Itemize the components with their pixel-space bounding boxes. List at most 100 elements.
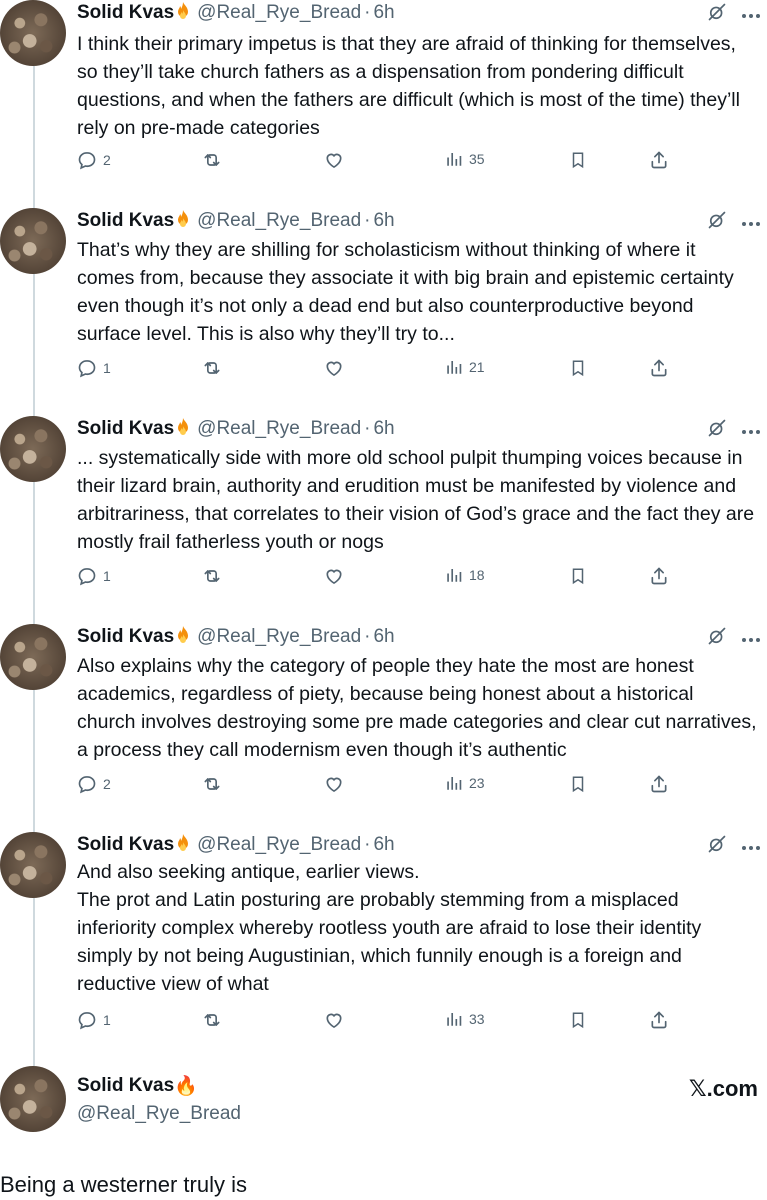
bookmark-button[interactable]	[569, 150, 587, 170]
tweet-timestamp[interactable]: 6h	[373, 834, 394, 856]
reply-count: 1	[103, 360, 111, 376]
author-handle[interactable]: @Real_Rye_Bread	[197, 626, 361, 648]
reply-count: 2	[103, 152, 111, 168]
tweet-timestamp[interactable]: 6h	[373, 210, 394, 232]
reply-button[interactable]: 1	[77, 1010, 111, 1030]
reply-icon	[77, 566, 97, 586]
like-icon	[323, 566, 345, 586]
share-icon	[649, 774, 669, 794]
retweet-button[interactable]	[201, 150, 223, 170]
share-button[interactable]	[649, 774, 669, 794]
tweet[interactable]: Solid Kvas @Real_Rye_Bread · 6h Also exp…	[0, 624, 767, 824]
retweet-button[interactable]	[201, 358, 223, 378]
author-avatar[interactable]	[0, 624, 66, 690]
grok-icon[interactable]	[707, 2, 727, 27]
reply-button[interactable]: 1	[77, 566, 111, 586]
retweet-button[interactable]	[201, 566, 223, 586]
share-icon	[649, 150, 669, 170]
views-button[interactable]: 21	[445, 358, 485, 376]
separator-dot: ·	[364, 834, 371, 855]
tweet-actions: 1 21	[77, 358, 687, 384]
bookmark-button[interactable]	[569, 774, 587, 794]
like-button[interactable]	[323, 150, 345, 170]
bookmark-button[interactable]	[569, 566, 587, 586]
tweet[interactable]: Solid Kvas @Real_Rye_Bread · 6h And also…	[0, 832, 767, 1032]
tweet-timestamp[interactable]: 6h	[373, 2, 394, 24]
views-icon	[445, 566, 463, 584]
retweet-button[interactable]	[201, 774, 223, 794]
author-handle[interactable]: @Real_Rye_Bread	[197, 210, 361, 232]
tweet-actions: 2 23	[77, 774, 687, 800]
grok-icon[interactable]	[707, 834, 727, 859]
share-button[interactable]	[649, 566, 669, 586]
views-button[interactable]: 33	[445, 1010, 485, 1028]
more-icon[interactable]	[741, 422, 761, 440]
author-handle[interactable]: @Real_Rye_Bread	[197, 834, 361, 856]
author-name[interactable]: Solid Kvas	[77, 626, 174, 648]
views-button[interactable]: 23	[445, 774, 485, 792]
reply-icon	[77, 150, 97, 170]
views-count: 18	[469, 567, 485, 583]
like-button[interactable]	[323, 358, 345, 378]
tweet-top-right-icons	[707, 210, 761, 235]
tweet[interactable]: Solid Kvas @Real_Rye_Bread · 6h ... syst…	[0, 416, 767, 616]
views-button[interactable]: 18	[445, 566, 485, 584]
share-button[interactable]	[649, 1010, 669, 1030]
bookmark-icon	[569, 358, 587, 378]
more-icon[interactable]	[741, 630, 761, 648]
tweet-actions: 1 33	[77, 1010, 687, 1036]
tweet-timestamp[interactable]: 6h	[373, 418, 394, 440]
tweet[interactable]: Solid Kvas @Real_Rye_Bread · 6h I think …	[0, 0, 767, 200]
separator-dot: ·	[364, 626, 371, 647]
author-name[interactable]: Solid Kvas	[77, 2, 174, 24]
reply-button[interactable]: 2	[77, 150, 111, 170]
retweet-icon	[201, 566, 223, 586]
more-icon[interactable]	[741, 838, 761, 856]
tweet-timestamp[interactable]: 6h	[373, 626, 394, 648]
reply-count: 1	[103, 1012, 111, 1028]
author-name[interactable]: Solid Kvas	[77, 418, 174, 440]
author-avatar[interactable]	[0, 0, 66, 66]
share-button[interactable]	[649, 150, 669, 170]
like-icon	[323, 358, 345, 378]
author-avatar[interactable]	[0, 208, 66, 274]
tweet-header: Solid Kvas @Real_Rye_Bread · 6h	[77, 625, 395, 648]
author-name[interactable]: Solid Kvas	[77, 834, 174, 856]
author-handle[interactable]: @Real_Rye_Bread	[197, 418, 361, 440]
author-name[interactable]: Solid Kvas	[77, 210, 174, 232]
views-icon	[445, 774, 463, 792]
reply-button[interactable]: 1	[77, 358, 111, 378]
final-author-handle[interactable]: @Real_Rye_Bread	[77, 1103, 241, 1125]
more-icon[interactable]	[741, 6, 761, 24]
bookmark-button[interactable]	[569, 358, 587, 378]
views-button[interactable]: 35	[445, 150, 485, 168]
like-button[interactable]	[323, 774, 345, 794]
author-avatar[interactable]	[0, 832, 66, 898]
tweet-text: That’s why they are shilling for scholas…	[77, 239, 734, 345]
grok-icon[interactable]	[707, 626, 727, 651]
reply-button[interactable]: 2	[77, 774, 111, 794]
bookmark-button[interactable]	[569, 1010, 587, 1030]
tweet-top-right-icons	[707, 418, 761, 443]
tweet[interactable]: Solid Kvas @Real_Rye_Bread · 6h That’s w…	[0, 208, 767, 408]
reply-icon	[77, 1010, 97, 1030]
bookmark-icon	[569, 566, 587, 586]
grok-icon[interactable]	[707, 210, 727, 235]
final-avatar[interactable]	[0, 1066, 66, 1132]
reply-count: 1	[103, 568, 111, 584]
grok-icon[interactable]	[707, 418, 727, 443]
like-icon	[323, 1010, 345, 1030]
tweet-text: ... systematically side with more old sc…	[77, 447, 755, 553]
more-icon[interactable]	[741, 214, 761, 232]
author-handle[interactable]: @Real_Rye_Bread	[197, 2, 361, 24]
like-button[interactable]	[323, 566, 345, 586]
final-author-block: Solid Kvas 🔥 @Real_Rye_Bread	[77, 1074, 241, 1125]
views-icon	[445, 1010, 463, 1028]
final-author-name[interactable]: Solid Kvas 🔥	[77, 1074, 241, 1098]
share-button[interactable]	[649, 358, 669, 378]
final-author-name-text: Solid Kvas	[77, 1075, 175, 1096]
like-button[interactable]	[323, 1010, 345, 1030]
retweet-button[interactable]	[201, 1010, 223, 1030]
x-com-watermark: 𝕏.com	[688, 1076, 758, 1101]
author-avatar[interactable]	[0, 416, 66, 482]
